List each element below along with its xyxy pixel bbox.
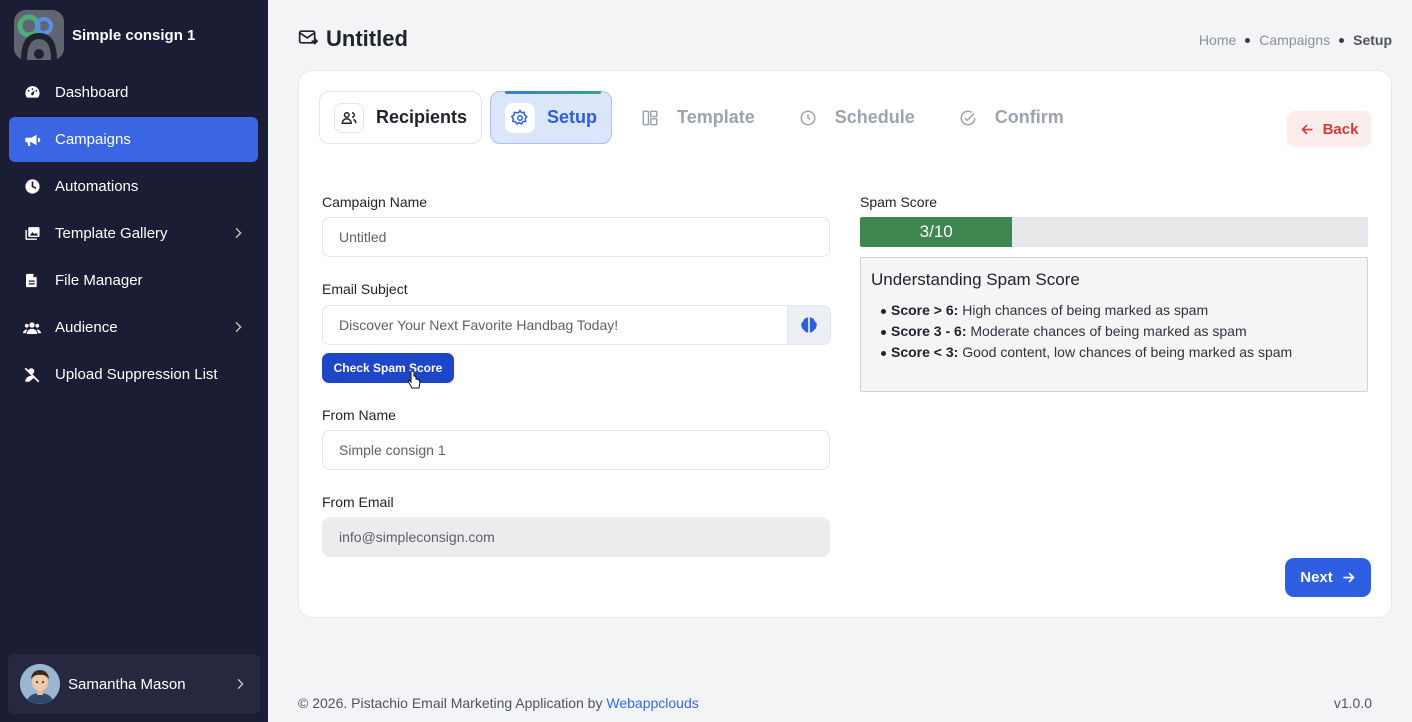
sidebar-item-template-gallery[interactable]: Template Gallery bbox=[9, 211, 258, 256]
arrow-left-icon bbox=[1300, 124, 1313, 134]
sidebar-item-campaigns[interactable]: Campaigns bbox=[9, 117, 258, 162]
breadcrumb-current: Setup bbox=[1353, 32, 1392, 48]
step-label: Template bbox=[677, 107, 755, 127]
sidebar-item-label: File Manager bbox=[55, 272, 143, 289]
footer-link[interactable]: Webappclouds bbox=[606, 695, 698, 711]
gallery-icon bbox=[23, 225, 41, 243]
spam-rules-list: Score > 6: High chances of being marked … bbox=[871, 300, 1357, 363]
brand[interactable]: Simple consign 1 bbox=[14, 10, 195, 60]
step-confirm[interactable]: Confirm bbox=[938, 91, 1079, 144]
sidebar-item-label: Upload Suppression List bbox=[55, 366, 218, 383]
template-icon bbox=[635, 103, 665, 133]
breadcrumb-home[interactable]: Home bbox=[1199, 32, 1236, 48]
step-setup[interactable]: Setup bbox=[490, 91, 613, 144]
spam-rule: Score < 3: Good content, low chances of … bbox=[881, 342, 1357, 363]
spam-info-title: Understanding Spam Score bbox=[871, 270, 1080, 289]
ai-suggest-button[interactable] bbox=[787, 305, 831, 345]
from-name-label: From Name bbox=[322, 407, 396, 423]
step-label: Setup bbox=[547, 107, 598, 127]
next-button[interactable]: Next bbox=[1285, 558, 1371, 597]
sidebar-item-automations[interactable]: Automations bbox=[9, 164, 258, 209]
brand-name: Simple consign 1 bbox=[72, 26, 196, 44]
file-icon bbox=[23, 272, 41, 290]
email-subject-input[interactable]: Discover Your Next Favorite Handbag Toda… bbox=[322, 305, 788, 345]
from-email-input: info@simpleconsign.com bbox=[322, 517, 830, 557]
spam-score-info: Understanding Spam Score Score > 6: High… bbox=[860, 257, 1368, 392]
page-title: Untitled bbox=[326, 26, 408, 51]
sidebar-item-audience[interactable]: Audience bbox=[9, 305, 258, 350]
spam-score-label: Spam Score bbox=[860, 194, 938, 210]
megaphone-icon bbox=[23, 131, 41, 149]
back-button[interactable]: Back bbox=[1287, 111, 1371, 147]
footer: © 2026. Pistachio Email Marketing Applic… bbox=[298, 695, 699, 711]
back-label: Back bbox=[1322, 120, 1359, 138]
arrow-right-icon bbox=[1343, 572, 1355, 583]
step-recipients[interactable]: Recipients bbox=[319, 91, 483, 144]
sidebar-item-file-manager[interactable]: File Manager bbox=[9, 258, 258, 303]
user-block-icon bbox=[23, 366, 41, 384]
clock-icon bbox=[23, 178, 41, 196]
sidebar-item-label: Dashboard bbox=[55, 84, 129, 101]
footer-text: © 2026. Pistachio Email Marketing Applic… bbox=[298, 695, 607, 711]
users-icon bbox=[23, 319, 41, 337]
avatar bbox=[20, 664, 60, 704]
brain-icon bbox=[801, 317, 817, 333]
sidebar-item-label: Audience bbox=[55, 319, 118, 336]
campaign-setup-card: Recipients Setup Template Schedule Confi… bbox=[298, 70, 1392, 618]
sidebar-item-label: Automations bbox=[55, 178, 139, 195]
chevron-right-icon bbox=[230, 319, 246, 335]
mouse-cursor-icon bbox=[407, 370, 421, 395]
campaign-name-label: Campaign Name bbox=[322, 194, 428, 210]
brand-logo bbox=[14, 10, 64, 60]
breadcrumb: Home Campaigns Setup bbox=[1199, 32, 1392, 48]
spam-score-fill: 3/10 bbox=[860, 217, 1013, 247]
spam-score-bar: 3/10 bbox=[860, 217, 1368, 247]
from-email-label: From Email bbox=[322, 494, 394, 510]
sidebar-item-label: Campaigns bbox=[55, 131, 131, 148]
sidebar-nav: Dashboard Campaigns Automations Template… bbox=[9, 70, 258, 399]
app-version: v1.0.0 bbox=[1333, 695, 1372, 711]
sidebar-item-label: Template Gallery bbox=[55, 225, 168, 242]
step-label: Confirm bbox=[994, 107, 1064, 127]
campaign-name-input[interactable]: Untitled bbox=[322, 217, 830, 257]
dashboard-icon bbox=[23, 84, 41, 102]
mail-icon bbox=[298, 27, 319, 52]
sidebar-item-upload-suppression-list[interactable]: Upload Suppression List bbox=[9, 352, 258, 397]
step-template[interactable]: Template bbox=[620, 91, 770, 144]
user-profile-card[interactable]: Samantha Mason bbox=[8, 654, 260, 714]
gear-icon bbox=[505, 102, 536, 133]
breadcrumb-separator bbox=[1339, 37, 1345, 43]
page-header: Untitled bbox=[298, 26, 408, 52]
from-name-input[interactable]: Simple consign 1 bbox=[322, 430, 830, 470]
sidebar-item-dashboard[interactable]: Dashboard bbox=[9, 70, 258, 115]
user-name: Samantha Mason bbox=[68, 675, 186, 693]
step-label: Recipients bbox=[376, 107, 468, 127]
sidebar: Simple consign 1 Dashboard Campaigns Aut… bbox=[0, 0, 268, 722]
spam-rule: Score 3 - 6: Moderate chances of being m… bbox=[881, 321, 1357, 342]
step-label: Schedule bbox=[834, 107, 915, 127]
wizard-steps: Recipients Setup Template Schedule Confi… bbox=[319, 91, 1087, 144]
chevron-right-icon bbox=[230, 225, 246, 241]
step-schedule[interactable]: Schedule bbox=[778, 91, 930, 144]
clock-icon bbox=[793, 103, 823, 133]
check-circle-icon bbox=[953, 103, 983, 133]
email-subject-label: Email Subject bbox=[322, 281, 408, 297]
recipients-icon bbox=[334, 102, 364, 133]
check-spam-score-button[interactable]: Check Spam Score bbox=[322, 353, 454, 383]
breadcrumb-campaigns[interactable]: Campaigns bbox=[1259, 32, 1330, 48]
chevron-right-icon bbox=[232, 676, 248, 692]
spam-rule: Score > 6: High chances of being marked … bbox=[881, 300, 1357, 321]
breadcrumb-separator bbox=[1245, 37, 1251, 43]
next-label: Next bbox=[1300, 569, 1333, 586]
